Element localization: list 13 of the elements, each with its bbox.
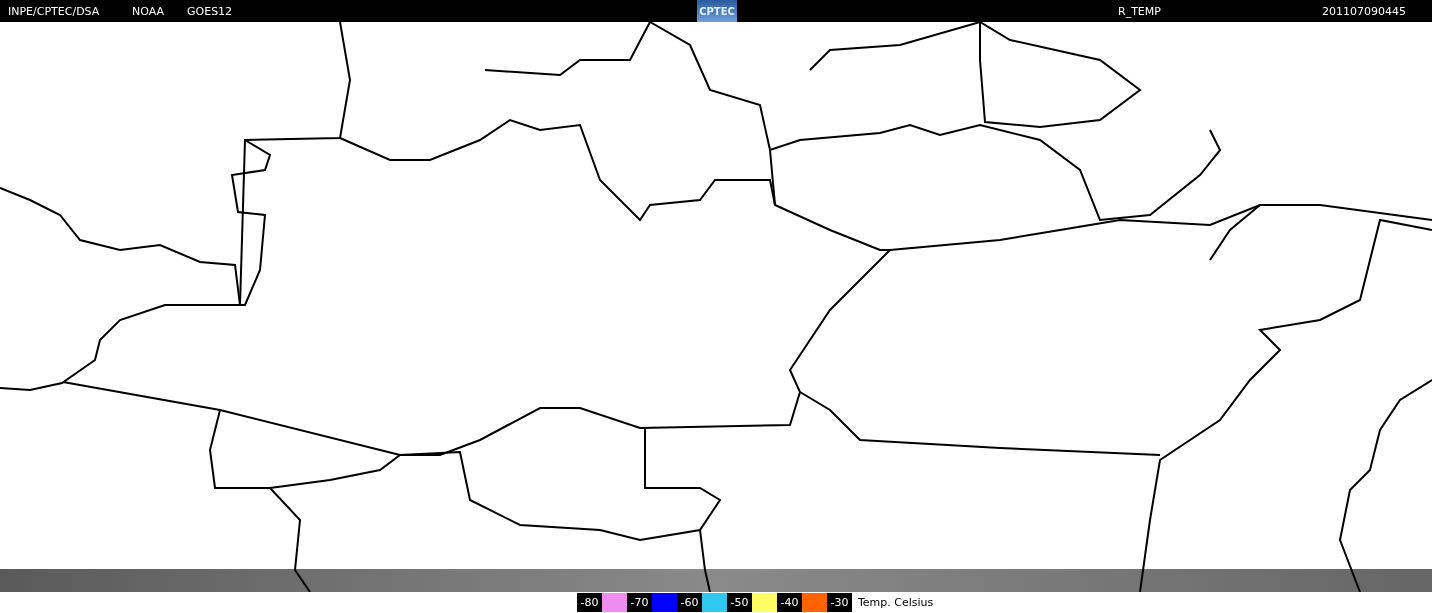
timestamp-label: 201107090445 bbox=[1322, 4, 1407, 18]
logo: CPTEC bbox=[697, 0, 737, 22]
agency-label: INPE/CPTEC/DSA bbox=[8, 4, 101, 18]
legend-label: -50 bbox=[727, 593, 752, 612]
legend-label: -80 bbox=[577, 593, 602, 612]
satellite-label: GOES12 bbox=[187, 4, 234, 18]
product-label: R_TEMP bbox=[1118, 4, 1162, 18]
legend-label: -60 bbox=[677, 593, 702, 612]
legend-label: -70 bbox=[627, 593, 652, 612]
provider-label: NOAA bbox=[132, 4, 166, 18]
legend-label: -30 bbox=[827, 593, 852, 612]
legend-title: Temp. Celsius bbox=[858, 596, 934, 609]
legend-label: -40 bbox=[777, 593, 802, 612]
